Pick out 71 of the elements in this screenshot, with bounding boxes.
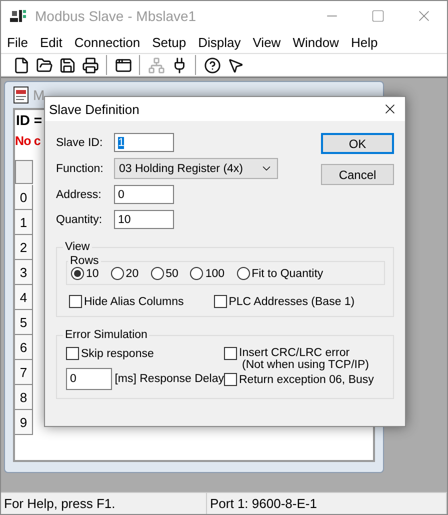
- window-title: Modbus Slave - Mbslave1: [35, 8, 198, 24]
- dialog-button[interactable]: Cancel: [321, 164, 394, 185]
- response-delay-field[interactable]: 0: [66, 368, 112, 390]
- group-title: View: [64, 241, 91, 253]
- checkbox-note: (Not when using TCP/IP): [241, 359, 369, 371]
- checkbox-label: Hide Alias Columns: [84, 296, 184, 308]
- menu-item[interactable]: File: [5, 34, 34, 50]
- dialog-button[interactable]: OK: [321, 133, 394, 154]
- checkbox[interactable]: [69, 295, 82, 308]
- document-icon: [13, 86, 29, 104]
- field-label: [ms] Response Delay: [114, 373, 224, 385]
- checkbox[interactable]: [66, 347, 79, 360]
- connection-error-text: No c: [15, 133, 40, 150]
- row-number: 8: [15, 385, 33, 410]
- row-number: 4: [15, 285, 33, 310]
- menu-item[interactable]: Connection: [72, 34, 146, 50]
- radio-button[interactable]: [236, 267, 250, 280]
- save-icon[interactable]: [58, 56, 76, 74]
- print-icon[interactable]: [82, 56, 98, 74]
- row-number: 0: [15, 185, 33, 210]
- window-icon[interactable]: [114, 56, 132, 74]
- address-field[interactable]: 0: [114, 185, 174, 204]
- dialog-title: Slave Definition: [49, 102, 140, 116]
- radio-button[interactable]: [71, 267, 84, 280]
- radio-button[interactable]: [150, 267, 164, 280]
- radio-label: Fit to Quantity: [252, 268, 324, 280]
- field-label: Slave ID:: [56, 136, 104, 148]
- row-number: 6: [15, 335, 33, 360]
- row-number: 9: [15, 410, 33, 435]
- checkbox-label: Return exception 06, Busy: [239, 374, 374, 386]
- checkbox-label: Skip response: [81, 348, 154, 360]
- radio-label: 100: [205, 268, 225, 280]
- menu-item[interactable]: Edit: [38, 34, 68, 50]
- row-number: 1: [15, 210, 33, 235]
- help-icon[interactable]: [204, 56, 220, 74]
- checkbox-label: PLC Addresses (Base 1): [228, 296, 355, 308]
- row-number: 7: [15, 360, 33, 385]
- menu-item[interactable]: View: [250, 34, 287, 50]
- radio-label: 20: [126, 268, 139, 280]
- field-label: Function:: [56, 162, 104, 174]
- grid-header-cell: [15, 160, 33, 184]
- open-icon[interactable]: [36, 56, 52, 74]
- checkbox[interactable]: [214, 295, 227, 308]
- row-number: 2: [15, 235, 33, 260]
- menu-item[interactable]: Help: [348, 34, 384, 50]
- menu-item[interactable]: Setup: [150, 34, 192, 50]
- checkbox[interactable]: [224, 373, 237, 386]
- radio-button[interactable]: [110, 267, 124, 280]
- field-label: Address:: [56, 188, 102, 200]
- field-label: Quantity:: [56, 214, 104, 226]
- radio-label: 10: [86, 268, 99, 280]
- app-icon: [9, 8, 27, 24]
- slave-id-field[interactable]: 1: [114, 133, 174, 152]
- status-text: Port 1: 9600-8-E-1: [207, 493, 447, 514]
- group-title: Error Simulation: [64, 329, 148, 341]
- menu-item[interactable]: Window: [290, 34, 345, 50]
- new-icon[interactable]: [12, 56, 30, 74]
- row-number: 5: [15, 310, 33, 335]
- quantity-field[interactable]: 10: [114, 210, 174, 229]
- menu-item[interactable]: Display: [196, 34, 247, 50]
- radio-label: 50: [166, 268, 178, 280]
- radio-button[interactable]: [190, 267, 204, 280]
- group-title: Rows: [69, 255, 100, 267]
- status-text: For Help, press F1.: [1, 493, 207, 514]
- checkbox[interactable]: [224, 347, 237, 360]
- child-window-title: M: [33, 87, 45, 103]
- slave-id-text: ID =: [15, 111, 42, 130]
- checkbox-label: Insert CRC/LRC error: [239, 347, 351, 359]
- row-number: 3: [15, 260, 33, 285]
- maximize-icon[interactable]: [371, 9, 385, 23]
- function-dropdown[interactable]: 03 Holding Register (4x): [114, 158, 278, 179]
